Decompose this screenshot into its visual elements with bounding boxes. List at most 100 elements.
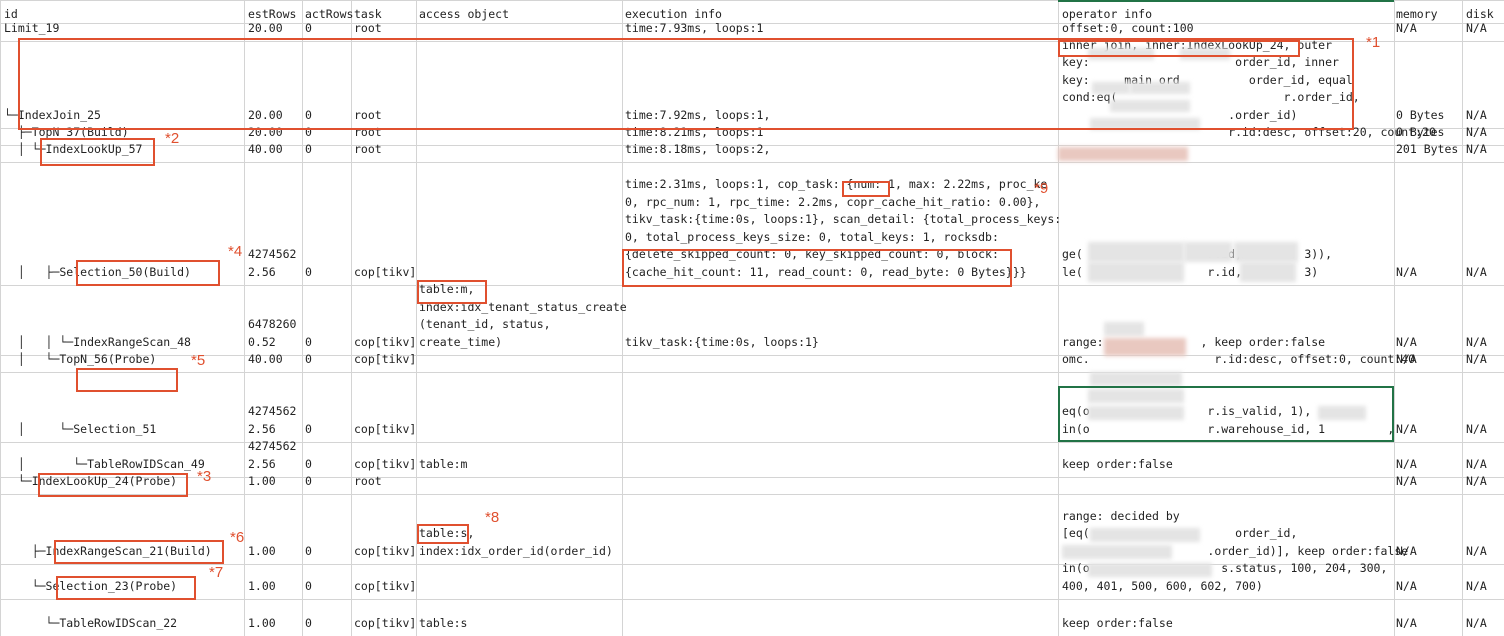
annotation-box bbox=[56, 576, 196, 600]
cell-op: 400, 401, 500, 600, 602, 700) bbox=[1062, 578, 1263, 593]
cell-est: 2.56 bbox=[248, 264, 276, 279]
cell-task: cop[tikv] bbox=[354, 334, 417, 349]
cell-mem: N/A bbox=[1396, 473, 1417, 488]
cell-mem: 0 Bytes bbox=[1396, 107, 1445, 122]
cell-act: 0 bbox=[305, 473, 312, 488]
cell-est: 20.00 bbox=[248, 20, 283, 35]
cell-exec: time:8.18ms, loops:2, bbox=[625, 141, 771, 156]
cell-task: cop[tikv] bbox=[354, 578, 417, 593]
annotation-marker: *7 bbox=[209, 564, 224, 581]
annotation-marker: *3 bbox=[197, 468, 212, 485]
cell-disk: N/A bbox=[1466, 615, 1487, 630]
cell-act: 0 bbox=[305, 578, 312, 593]
annotation-marker: *4 bbox=[228, 243, 243, 260]
selected-cell-range[interactable] bbox=[1058, 386, 1394, 442]
cell-est: 2.56 bbox=[248, 456, 276, 471]
redacted-region bbox=[1062, 545, 1172, 559]
redacted-region bbox=[1088, 242, 1184, 262]
cell-act: 0 bbox=[305, 351, 312, 366]
annotation-box bbox=[54, 540, 224, 564]
cell-act: 0 bbox=[305, 456, 312, 471]
cell-op: keep order:false bbox=[1062, 615, 1173, 630]
annotation-marker: *5 bbox=[191, 352, 206, 369]
cell-task: cop[tikv] bbox=[354, 351, 417, 366]
cell-disk: N/A bbox=[1466, 351, 1487, 366]
cell-op: range: decided by bbox=[1062, 508, 1180, 523]
cell-disk: N/A bbox=[1466, 543, 1487, 558]
annotation-box bbox=[417, 524, 469, 544]
cell-exec: tikv_task:{time:0s, loops:1}, scan_detai… bbox=[625, 212, 1062, 226]
cell-task: cop[tikv] bbox=[354, 615, 417, 630]
cell-exec: 0, rpc_num: 1, rpc_time: 2.2ms, copr_cac… bbox=[625, 194, 1041, 209]
cell-act: 0 bbox=[305, 141, 312, 156]
cell-id: │ └─TableRowIDScan_49 bbox=[4, 456, 205, 471]
redacted-region bbox=[1240, 262, 1296, 282]
annotation-box bbox=[76, 260, 220, 286]
column-header-access-object[interactable]: access object bbox=[419, 6, 509, 24]
cell-exec: time:7.93ms, loops:1 bbox=[625, 20, 764, 35]
cell-id: │ │ └─IndexRangeScan_48 bbox=[4, 334, 191, 349]
cell-mem: N/A bbox=[1396, 543, 1417, 558]
column-header-actRows[interactable]: actRows bbox=[305, 6, 353, 24]
cell-task: root bbox=[354, 473, 382, 488]
cell-exec: 0, total_process_keys_size: 0, total_key… bbox=[625, 229, 999, 244]
cell-est: 1.00 bbox=[248, 578, 276, 593]
cell-op: keep order:false bbox=[1062, 456, 1173, 471]
cell-disk: N/A bbox=[1466, 20, 1487, 35]
redacted-region bbox=[1090, 528, 1200, 542]
cell-act: 0 bbox=[305, 615, 312, 630]
annotation-box bbox=[38, 473, 188, 497]
cell-mem: N/A bbox=[1396, 20, 1417, 35]
cell-task: cop[tikv] bbox=[354, 456, 417, 471]
cell-est: 4274562 bbox=[248, 404, 297, 418]
cell-est: 1.00 bbox=[248, 543, 276, 558]
cell-op: offset:0, count:100 bbox=[1062, 20, 1194, 35]
annotation-box bbox=[1058, 40, 1300, 57]
cell-disk: N/A bbox=[1466, 456, 1487, 471]
cell-task: cop[tikv] bbox=[354, 421, 417, 436]
grid-column-line bbox=[1462, 0, 1463, 636]
annotation-marker: *9 bbox=[1034, 180, 1049, 197]
cell-est: 6478260 bbox=[248, 317, 297, 331]
cell-act: 0 bbox=[305, 421, 312, 436]
cell-mem: N/A bbox=[1396, 334, 1417, 349]
redacted-region bbox=[1090, 372, 1182, 386]
cell-act: 0 bbox=[305, 20, 312, 35]
annotation-box bbox=[622, 249, 1012, 287]
annotation-box bbox=[76, 368, 178, 392]
grid-row-line bbox=[0, 477, 1504, 478]
cell-id: │ └─TopN_56(Probe) bbox=[4, 351, 157, 366]
annotation-box bbox=[842, 181, 890, 197]
cell-est: 40.00 bbox=[248, 141, 283, 156]
redacted-region bbox=[1184, 242, 1232, 262]
cell-task: cop[tikv] bbox=[354, 264, 417, 279]
cell-est: 2.56 bbox=[248, 421, 276, 436]
cell-act: 0 bbox=[305, 543, 312, 558]
annotation-marker: *2 bbox=[165, 130, 180, 147]
cell-disk: N/A bbox=[1466, 264, 1487, 279]
grid-row-line bbox=[0, 162, 1504, 163]
redacted-region bbox=[1088, 563, 1212, 577]
redacted-region bbox=[1088, 262, 1184, 282]
cell-disk: N/A bbox=[1466, 107, 1487, 122]
cell-access: index:idx_order_id(order_id) bbox=[419, 543, 613, 558]
cell-disk: N/A bbox=[1466, 578, 1487, 593]
cell-disk: N/A bbox=[1466, 141, 1487, 156]
cell-mem: N/A bbox=[1396, 615, 1417, 630]
redacted-region bbox=[1104, 322, 1144, 336]
annotation-marker: *8 bbox=[485, 509, 500, 526]
cell-est: 0.52 bbox=[248, 334, 276, 349]
cell-mem: N/A bbox=[1396, 456, 1417, 471]
cell-est: 4274562 bbox=[248, 247, 297, 261]
annotation-box bbox=[40, 138, 155, 166]
redacted-region bbox=[1058, 147, 1188, 161]
cell-mem: N/A bbox=[1396, 578, 1417, 593]
cell-task: root bbox=[354, 20, 382, 35]
cell-access: table:m bbox=[419, 456, 468, 471]
cell-access: (tenant_id, status, bbox=[419, 317, 551, 331]
grid-row-line bbox=[0, 494, 1504, 495]
cell-mem: N/A bbox=[1396, 351, 1417, 366]
cell-est: 1.00 bbox=[248, 615, 276, 630]
cell-disk: N/A bbox=[1466, 421, 1487, 436]
cell-task: cop[tikv] bbox=[354, 543, 417, 558]
